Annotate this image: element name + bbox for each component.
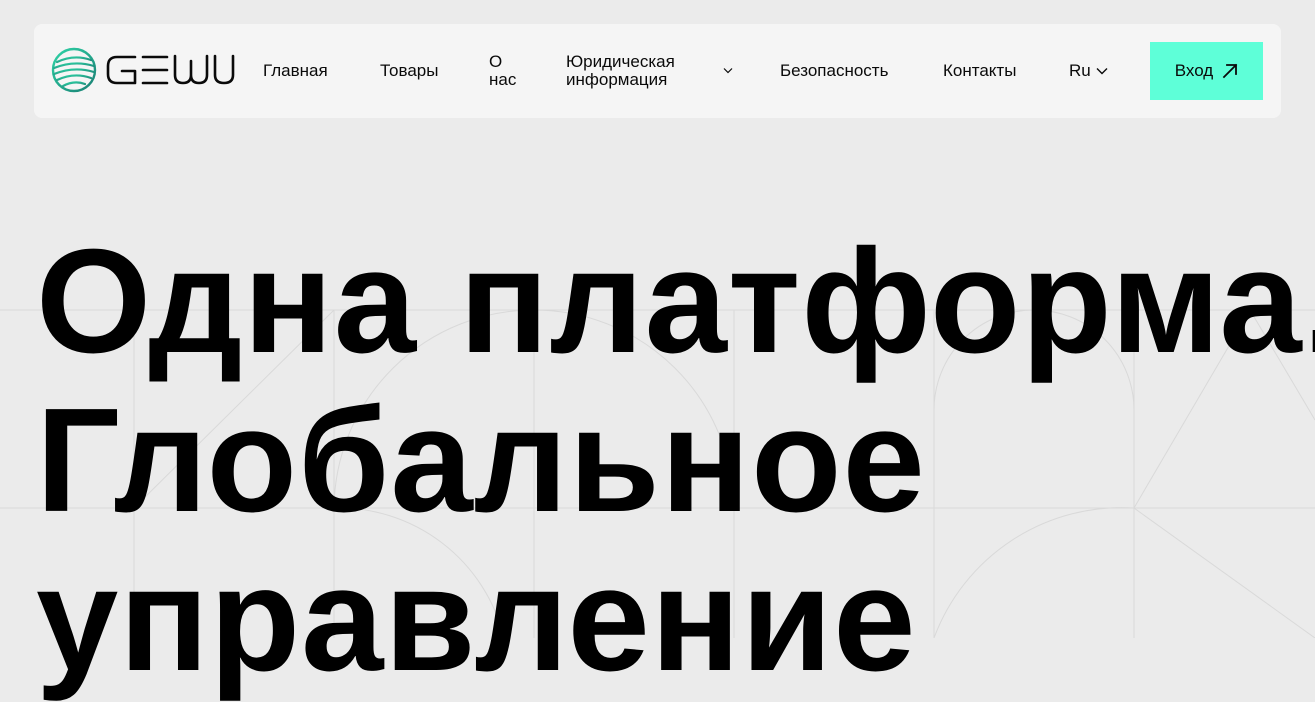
login-button-label: Вход xyxy=(1174,61,1214,80)
hero-title: Одна платформа. Глобальное управление xyxy=(36,222,1315,699)
nav-item-legal[interactable]: Юридическая информация xyxy=(566,53,696,89)
logo-wordmark xyxy=(106,54,235,85)
language-selector[interactable]: Ru xyxy=(1069,62,1091,80)
arrow-up-right-icon xyxy=(1222,63,1238,79)
nav-item-security[interactable]: Безопасность xyxy=(780,62,888,80)
language-chevron-down-icon[interactable] xyxy=(1096,67,1108,75)
nav-item-products[interactable]: Товары xyxy=(380,62,438,80)
hero-line-1: Одна платформа. xyxy=(36,219,1315,384)
chevron-down-icon[interactable] xyxy=(723,67,733,74)
nav-item-home[interactable]: Главная xyxy=(263,62,328,80)
top-navbar: Главная Товары О нас Юридическая информа… xyxy=(34,24,1281,118)
nav-item-contacts[interactable]: Контакты xyxy=(943,62,1016,80)
hero-line-3: управление xyxy=(36,537,917,702)
hero-line-2: Глобальное xyxy=(36,378,926,543)
logo[interactable] xyxy=(51,47,239,93)
logo-globe-icon xyxy=(51,47,97,93)
login-button[interactable]: Вход xyxy=(1150,42,1263,100)
nav-item-about[interactable]: О нас xyxy=(489,53,529,89)
